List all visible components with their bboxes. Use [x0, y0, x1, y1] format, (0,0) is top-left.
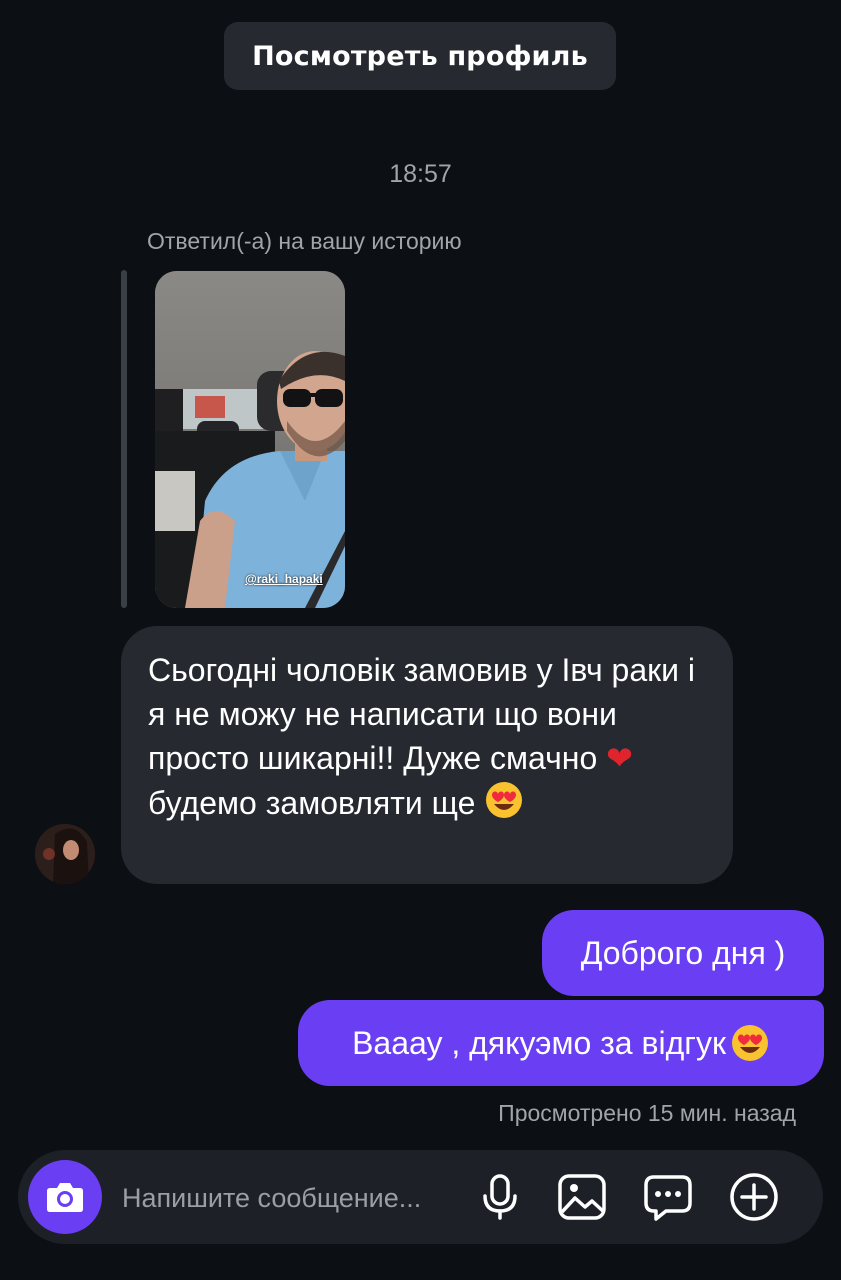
heart-eyes-emoji-icon	[484, 780, 524, 820]
story-mention-tag: @raki_hapaki	[245, 572, 323, 586]
outgoing-message-bubble[interactable]: Вааау , дякуэмо за відгук	[298, 1000, 824, 1086]
voice-message-button[interactable]	[475, 1172, 525, 1222]
incoming-message-bubble[interactable]: Сьогодні чоловік замовив у Івч раки і я …	[121, 626, 733, 884]
message-composer	[18, 1150, 823, 1244]
camera-icon	[47, 1183, 83, 1212]
seen-status: Просмотрено 15 мин. назад	[498, 1100, 796, 1126]
outgoing-message-bubble[interactable]: Доброго дня )	[542, 910, 824, 996]
gallery-icon	[558, 1174, 606, 1220]
story-image	[155, 271, 345, 608]
heart-emoji-icon: ❤	[606, 739, 633, 777]
incoming-message-text-2: будемо замовляти ще	[148, 785, 485, 821]
outgoing-message-text: Доброго дня )	[580, 934, 786, 971]
message-timestamp: 18:57	[389, 160, 452, 188]
camera-button[interactable]	[28, 1160, 102, 1234]
more-options-button[interactable]	[729, 1172, 779, 1222]
sticker-button[interactable]	[643, 1172, 693, 1222]
microphone-icon	[483, 1174, 517, 1220]
gallery-button[interactable]	[557, 1172, 607, 1222]
plus-icon	[730, 1173, 778, 1221]
message-input[interactable]	[120, 1175, 464, 1221]
story-thumbnail[interactable]: @raki_hapaki	[155, 271, 345, 608]
view-profile-button[interactable]: Посмотреть профиль	[224, 22, 616, 90]
sticker-icon	[644, 1175, 692, 1221]
story-reply-label: Ответил(-а) на вашу историю	[147, 228, 462, 254]
reply-quote-bar	[121, 270, 127, 608]
sender-avatar[interactable]	[35, 824, 95, 884]
outgoing-message-text: Вааау , дякуэмо за відгук	[352, 1024, 726, 1061]
heart-eyes-emoji-icon	[730, 1023, 770, 1063]
